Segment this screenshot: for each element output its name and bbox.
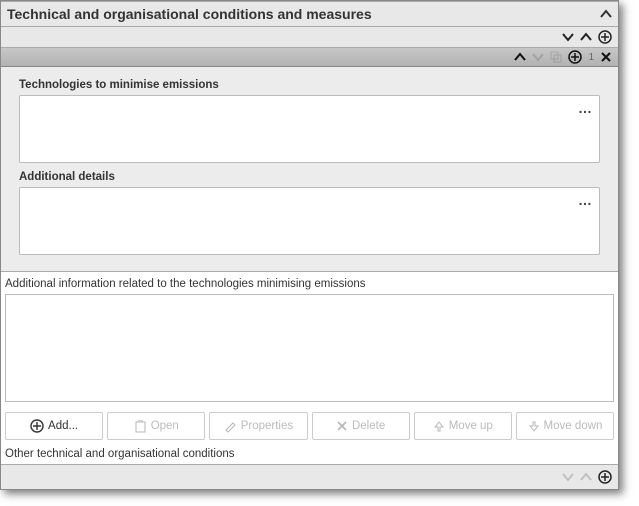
item-count: 1 <box>588 52 594 63</box>
item-panel: Technologies to minimise emissions … Add… <box>1 67 618 272</box>
open-button: Open <box>107 412 205 440</box>
attachment-button-row: Add... Open Properties Delete Move up Mo… <box>1 408 618 444</box>
other-conditions-toolbar <box>1 464 618 489</box>
other-expand-down-icon <box>562 472 574 482</box>
move-item-down-icon <box>532 52 544 62</box>
move-down-button-label: Move down <box>544 420 603 432</box>
properties-button-label: Properties <box>241 420 293 432</box>
additional-info-label: Additional information related to the te… <box>1 272 618 294</box>
add-button-label: Add... <box>48 420 78 432</box>
move-item-up-icon[interactable] <box>514 52 526 62</box>
expand-down-icon[interactable] <box>562 32 574 42</box>
collapse-icon[interactable] <box>600 9 612 19</box>
additional-details-label: Additional details <box>19 171 600 183</box>
delete-button-label: Delete <box>352 420 385 432</box>
move-down-button: Move down <box>516 412 614 440</box>
copy-item-icon <box>550 51 562 63</box>
additional-details-edit-icon[interactable]: … <box>578 192 593 208</box>
item-toolbar: 1 <box>1 48 618 67</box>
additional-details-field[interactable]: … <box>19 187 600 255</box>
open-button-label: Open <box>151 420 179 432</box>
move-up-button-label: Move up <box>449 420 493 432</box>
outer-item-toolbar <box>1 27 618 48</box>
additional-info-textarea[interactable] <box>5 294 614 402</box>
delete-button: Delete <box>312 412 410 440</box>
add-item-icon[interactable] <box>598 30 612 44</box>
collapse-up-icon[interactable] <box>580 32 592 42</box>
tech-emissions-label: Technologies to minimise emissions <box>19 79 600 91</box>
properties-button: Properties <box>209 412 307 440</box>
add-subitem-icon[interactable] <box>568 50 582 64</box>
add-button[interactable]: Add... <box>5 412 103 440</box>
other-collapse-up-icon <box>580 472 592 482</box>
other-add-item-icon[interactable] <box>598 470 612 484</box>
section-title: Technical and organisational conditions … <box>7 6 372 22</box>
tech-emissions-edit-icon[interactable]: … <box>578 100 593 116</box>
delete-item-icon[interactable] <box>600 51 612 63</box>
section-header: Technical and organisational conditions … <box>1 1 618 27</box>
move-up-button: Move up <box>414 412 512 440</box>
tech-emissions-field[interactable]: … <box>19 95 600 163</box>
other-conditions-label: Other technical and organisational condi… <box>1 444 618 464</box>
